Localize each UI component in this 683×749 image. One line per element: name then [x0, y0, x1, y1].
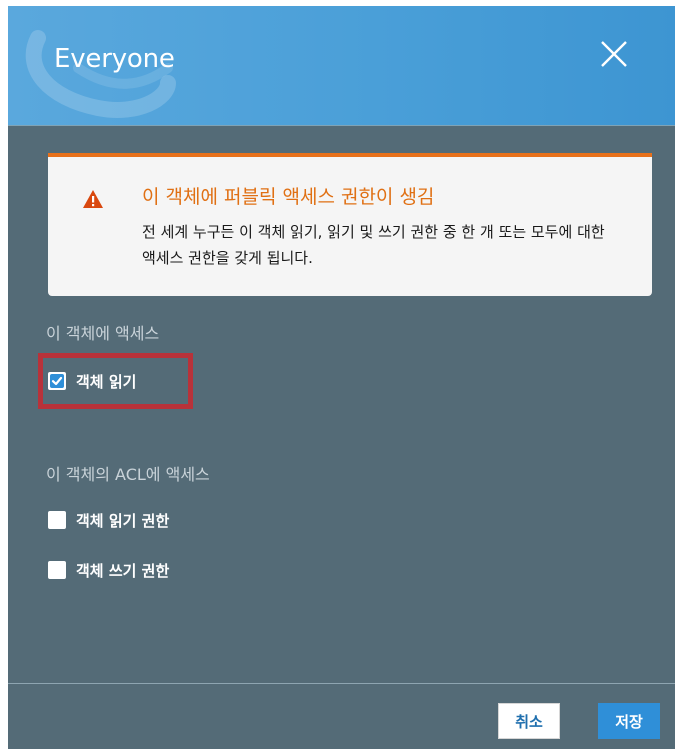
save-button[interactable]: 저장 [598, 703, 660, 739]
acl-access-label: 이 객체의 ACL에 액세스 [46, 465, 210, 484]
close-icon[interactable] [596, 36, 632, 72]
checkbox-unchecked-icon[interactable] [48, 511, 66, 529]
dialog-header: Everyone [8, 6, 675, 126]
public-access-warning: 이 객체에 퍼블릭 액세스 권한이 생김 전 세계 누구든 이 객체 읽기, 읽… [48, 153, 652, 296]
checkbox-checked-icon[interactable] [48, 372, 66, 390]
header-decoration-icon [25, 30, 176, 118]
write-acl-checkbox[interactable]: 객체 쓰기 권한 [48, 559, 169, 581]
write-acl-label: 객체 쓰기 권한 [76, 561, 170, 580]
checkbox-unchecked-icon[interactable] [48, 561, 66, 579]
cancel-button[interactable]: 취소 [498, 703, 560, 739]
read-object-checkbox[interactable]: 객체 읽기 [48, 370, 136, 392]
warning-body: 전 세계 누구든 이 객체 읽기, 읽기 및 쓰기 권한 중 한 개 또는 모두… [142, 223, 605, 267]
permission-dialog: Everyone 이 객체에 퍼블릭 액세스 권한이 생김 전 세계 누구든 이… [8, 6, 675, 749]
warning-triangle-icon [83, 190, 103, 208]
read-acl-label: 객체 읽기 권한 [76, 511, 170, 530]
object-access-label: 이 객체에 액세스 [46, 324, 160, 343]
footer-divider [8, 683, 675, 684]
dialog-title: Everyone [54, 44, 175, 74]
read-object-label: 객체 읽기 [76, 372, 137, 391]
read-acl-checkbox[interactable]: 객체 읽기 권한 [48, 509, 169, 531]
warning-title: 이 객체에 퍼블릭 액세스 권한이 생김 [142, 186, 435, 208]
